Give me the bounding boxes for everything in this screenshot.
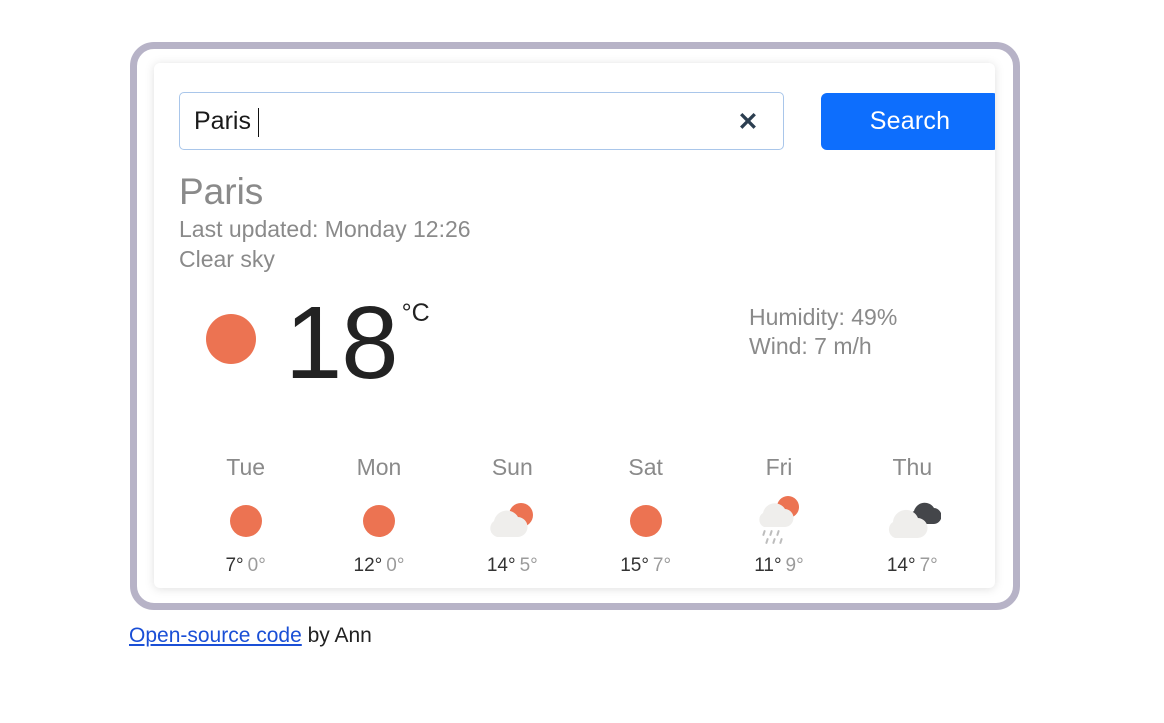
forecast-row: Tue 7° 0° Mon 12° 0° Sun 14° 5° Sat 15° … (179, 453, 979, 578)
forecast-day-label: Thu (892, 454, 933, 480)
forecast-day-label: Mon (356, 454, 402, 480)
wind-text: Wind: 7 m/h (749, 333, 872, 359)
city-name: Paris (179, 171, 264, 212)
weather-panel: ✕ Search Paris Last updated: Monday 12:2… (154, 63, 995, 588)
forecast-temp-min: 7° (919, 555, 938, 576)
sun-icon (579, 492, 712, 550)
search-row: ✕ Search (179, 92, 995, 152)
forecast-day-sat: Sat 15° 7° (579, 453, 712, 578)
forecast-temp-max: 11° (754, 555, 782, 576)
forecast-day-label: Fri (765, 454, 793, 480)
forecast-temp-max: 14° (486, 555, 516, 576)
forecast-day-label: Sat (628, 454, 663, 480)
weather-card-frame: ✕ Search Paris Last updated: Monday 12:2… (130, 42, 1020, 610)
forecast-temp-min: 0° (386, 555, 405, 576)
weather-description: Clear sky (179, 246, 275, 272)
current-details: Humidity: 49% Wind: 7 m/h (749, 303, 897, 361)
forecast-day-mon: Mon 12° 0° (312, 453, 445, 578)
forecast-temp-max: 12° (353, 555, 383, 576)
sun-icon (312, 492, 445, 550)
temperature-unit[interactable]: °C (402, 301, 430, 326)
current-temperature-group: 18 °C (179, 291, 430, 394)
forecast-day-label: Sun (491, 454, 533, 480)
sun-icon (179, 492, 312, 550)
forecast-temp-max: 15° (620, 555, 649, 576)
footer: Open-source code by Ann (129, 622, 372, 650)
forecast-temps: 14° 7° (846, 554, 979, 578)
forecast-day-thu: Thu 14° 7° (846, 453, 979, 578)
last-updated-text: Last updated: Monday 12:26 (179, 216, 471, 242)
forecast-day-tue: Tue 7° 0° (179, 453, 312, 578)
overcast-clouds-icon (846, 492, 979, 550)
city-info-block: Paris Last updated: Monday 12:26 Clear s… (179, 170, 879, 274)
open-source-code-link[interactable]: Open-source code (129, 624, 302, 647)
sun-icon (206, 314, 256, 364)
forecast-temps: 14° 5° (446, 554, 579, 578)
close-x-icon[interactable]: ✕ (733, 106, 763, 138)
forecast-temp-min: 7° (652, 555, 672, 576)
text-caret (258, 108, 259, 137)
footer-author-text: by Ann (301, 624, 372, 647)
forecast-temp-min: 9° (785, 555, 804, 576)
forecast-temp-max: 7° (225, 555, 244, 576)
weather-app-page: ✕ Search Paris Last updated: Monday 12:2… (0, 0, 1164, 723)
forecast-temps: 15° 7° (579, 554, 712, 578)
forecast-temp-max: 14° (886, 555, 916, 576)
forecast-temps: 7° 0° (179, 554, 312, 578)
forecast-day-fri: Fri 11° 9° (712, 453, 845, 578)
rain-with-sun-icon (712, 492, 845, 550)
forecast-temp-min: 5° (519, 555, 538, 576)
forecast-temps: 12° 0° (312, 554, 445, 578)
current-conditions-row: 18 °C Humidity: 49% Wind: 7 m/h (179, 291, 969, 401)
forecast-day-sun: Sun 14° 5° (446, 453, 579, 578)
search-button[interactable]: Search (821, 93, 995, 150)
current-temperature: 18 (285, 285, 399, 400)
forecast-temps: 11° 9° (712, 554, 845, 578)
search-input[interactable] (194, 93, 714, 149)
search-field[interactable]: ✕ (179, 92, 784, 150)
forecast-temp-min: 0° (247, 555, 266, 576)
forecast-day-label: Tue (226, 454, 266, 480)
humidity-text: Humidity: 49% (749, 304, 898, 330)
sun-behind-cloud-icon (446, 492, 579, 550)
